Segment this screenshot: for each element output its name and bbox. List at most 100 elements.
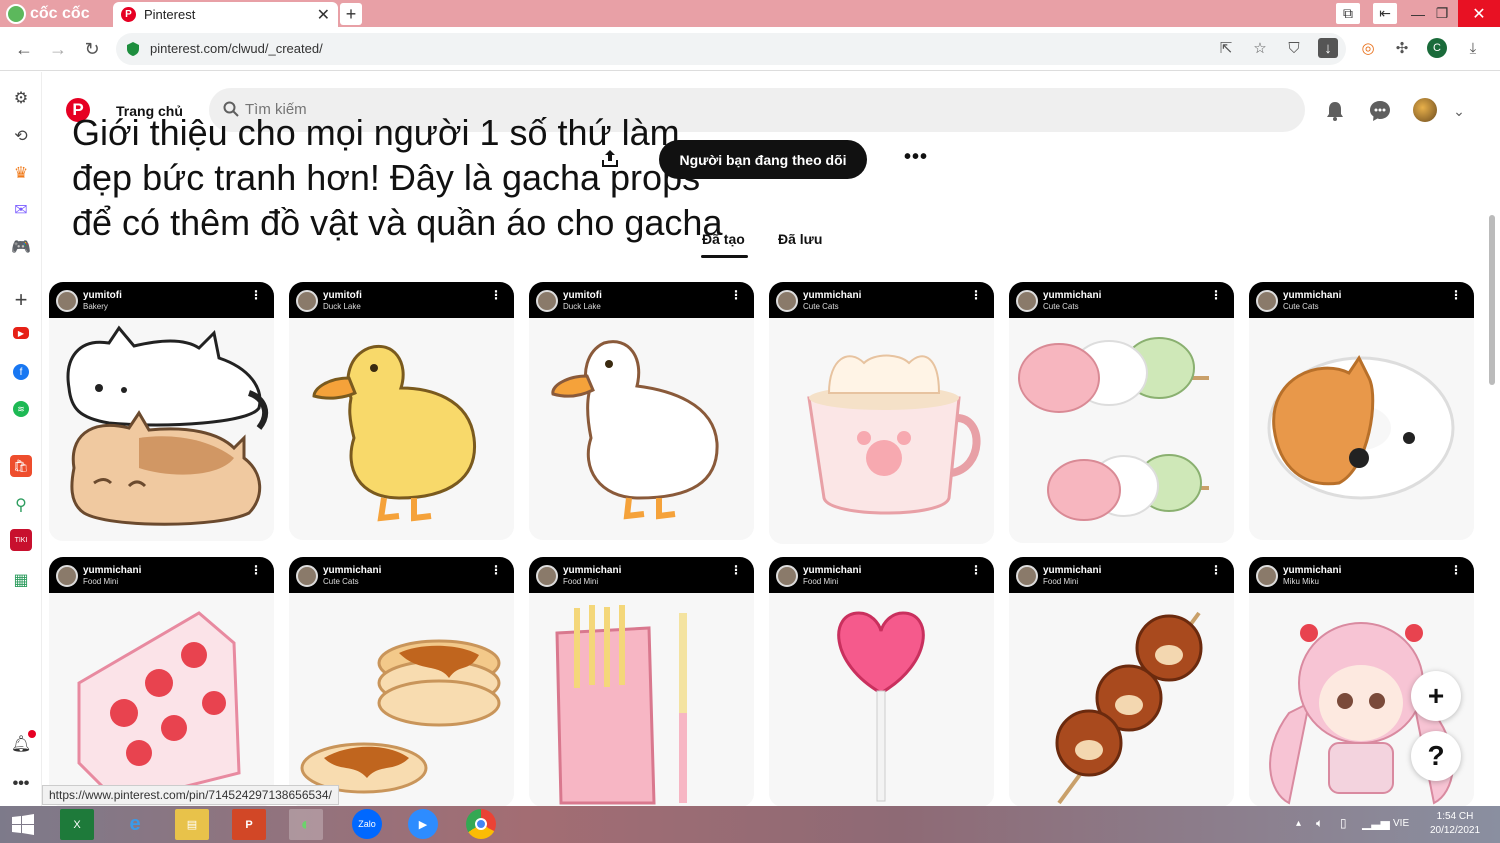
tab-saved[interactable]: Đã lưu: [778, 231, 822, 247]
account-chevron-down-icon[interactable]: ⌄: [1446, 98, 1472, 124]
minimize-button[interactable]: —: [1406, 3, 1430, 24]
pin-card[interactable]: yummichani Cute Cats ⋮: [769, 282, 994, 544]
youtube-icon[interactable]: ▶: [13, 327, 29, 339]
pin-image-dango[interactable]: [1009, 318, 1234, 543]
chrome-icon[interactable]: [466, 809, 496, 839]
spreadsheet-icon[interactable]: ▦: [9, 568, 33, 592]
new-tab-button[interactable]: +: [340, 3, 362, 25]
coccoc-icon[interactable]: ◐: [289, 809, 323, 840]
zalo-icon[interactable]: Zalo: [352, 809, 382, 839]
pin-image-donut[interactable]: [1249, 318, 1474, 540]
pin-image-yellow-duck[interactable]: [289, 318, 514, 540]
pin-menu-icon[interactable]: ⋮: [250, 564, 262, 576]
window-close-button[interactable]: ✕: [1458, 0, 1500, 27]
adblock-shield-icon[interactable]: ⛉: [1284, 38, 1304, 58]
pin-image-bear-skewer[interactable]: [1009, 593, 1234, 807]
pin-card[interactable]: yummichani Cute Cats ⋮: [1009, 282, 1234, 543]
screen-capture-icon[interactable]: ⧉: [1336, 3, 1360, 24]
pin-image-white-duck[interactable]: [529, 318, 754, 540]
excel-icon[interactable]: X: [60, 809, 94, 840]
pin-image-cats[interactable]: [49, 318, 274, 541]
pin-card[interactable]: yummichani Food Mini ⋮: [49, 557, 274, 807]
pin-menu-icon[interactable]: ⋮: [730, 564, 742, 576]
address-bar[interactable]: pinterest.com/clwud/_created/: [116, 33, 1346, 65]
pin-menu-icon[interactable]: ⋮: [1210, 564, 1222, 576]
page-scrollbar[interactable]: [1489, 215, 1495, 385]
maps-pin-icon[interactable]: ⚲: [9, 493, 33, 517]
profile-avatar-icon[interactable]: C: [1427, 38, 1447, 58]
back-window-icon[interactable]: ⇤: [1373, 3, 1397, 24]
pin-card[interactable]: yummichani Food Mini ⋮: [1009, 557, 1234, 807]
add-sidebar-item-icon[interactable]: +: [9, 287, 33, 312]
pin-card[interactable]: yummichani Food Mini ⋮: [529, 557, 754, 807]
more-options-button[interactable]: •••: [900, 145, 932, 169]
pin-menu-icon[interactable]: ⋮: [970, 289, 982, 301]
share-page-icon[interactable]: ⇱: [1216, 38, 1236, 58]
coccoc-logo[interactable]: cốc cốc: [6, 3, 90, 25]
zoom-icon[interactable]: ▶: [408, 809, 438, 839]
create-plus-button[interactable]: +: [1411, 671, 1461, 721]
tray-chevron-icon[interactable]: ▴: [1296, 818, 1301, 829]
pin-card[interactable]: yummichani Cute Cats ⋮: [1249, 282, 1474, 540]
ie-icon[interactable]: e: [118, 809, 152, 840]
pin-username: yumitofi: [323, 290, 362, 301]
pin-image-sandwich[interactable]: [49, 593, 274, 807]
reload-icon[interactable]: ↻: [80, 37, 104, 61]
download-video-icon[interactable]: ↓: [1318, 38, 1338, 58]
pin-image-pocky[interactable]: [529, 593, 754, 807]
messages-chat-icon[interactable]: [1367, 98, 1393, 124]
pin-menu-icon[interactable]: ⋮: [250, 289, 262, 301]
game-controller-icon[interactable]: 🎮: [9, 235, 33, 259]
file-explorer-icon[interactable]: ▤: [175, 809, 209, 840]
pin-card[interactable]: yumitofi Duck Lake ⋮: [289, 282, 514, 540]
pin-menu-icon[interactable]: ⋮: [490, 289, 502, 301]
tray-clock[interactable]: 1:54 CH 20/12/2021: [1422, 810, 1488, 838]
forward-arrow-icon[interactable]: →: [46, 37, 70, 61]
pin-image-latte[interactable]: [769, 318, 994, 544]
pin-menu-icon[interactable]: ⋮: [1450, 289, 1462, 301]
browser-tab-pinterest[interactable]: P Pinterest ✕: [113, 2, 338, 27]
help-button[interactable]: ?: [1411, 731, 1461, 781]
extension-ring-icon[interactable]: ◎: [1358, 38, 1378, 58]
extensions-puzzle-icon[interactable]: ✣: [1392, 38, 1412, 58]
back-arrow-icon[interactable]: ←: [12, 37, 36, 61]
tray-wifi-icon[interactable]: ▁▃▅: [1362, 816, 1390, 830]
tray-language[interactable]: VIE: [1393, 818, 1409, 829]
crown-icon[interactable]: ♛: [9, 161, 33, 185]
tab-close-icon[interactable]: ✕: [317, 5, 330, 25]
powerpoint-icon[interactable]: P: [232, 809, 266, 840]
tray-battery-icon[interactable]: ▯: [1340, 816, 1347, 830]
more-options-icon[interactable]: •••: [9, 772, 33, 796]
pin-card[interactable]: yummichani Cute Cats ⋮: [289, 557, 514, 807]
spotify-icon[interactable]: ≋: [13, 401, 29, 417]
following-button[interactable]: Người bạn đang theo dõi: [659, 140, 867, 179]
facebook-icon[interactable]: f: [13, 364, 29, 380]
pin-image-lollipop[interactable]: [769, 593, 994, 807]
pin-menu-icon[interactable]: ⋮: [970, 564, 982, 576]
pin-menu-icon[interactable]: ⋮: [1450, 564, 1462, 576]
windows-taskbar: [0, 806, 1500, 843]
history-icon[interactable]: ⟲: [9, 124, 33, 148]
share-icon[interactable]: [600, 148, 620, 168]
tiki-icon[interactable]: TIKI: [10, 529, 32, 551]
pin-menu-icon[interactable]: ⋮: [1210, 289, 1222, 301]
user-avatar[interactable]: [1413, 98, 1437, 122]
pin-header: yummichani Miku Miku ⋮: [1249, 557, 1474, 593]
pin-menu-icon[interactable]: ⋮: [490, 564, 502, 576]
notifications-bell-icon[interactable]: [1322, 98, 1348, 124]
tab-created[interactable]: Đã tạo: [702, 231, 745, 247]
messenger-icon[interactable]: ✉: [9, 198, 33, 222]
start-button[interactable]: [6, 809, 40, 840]
settings-gear-icon[interactable]: ⚙: [9, 86, 33, 110]
pin-image-pancakes[interactable]: [289, 593, 514, 807]
shopee-icon[interactable]: 🛍: [10, 455, 32, 477]
downloads-icon[interactable]: ⤓: [1463, 38, 1483, 58]
pin-card[interactable]: yumitofi Bakery ⋮: [49, 282, 274, 541]
maximize-button[interactable]: ❐: [1430, 3, 1454, 24]
tray-volume-icon[interactable]: 🔈︎: [1316, 816, 1323, 831]
pin-username: yummichani: [1283, 565, 1342, 576]
pin-card[interactable]: yummichani Food Mini ⋮: [769, 557, 994, 807]
pin-menu-icon[interactable]: ⋮: [730, 289, 742, 301]
pin-card[interactable]: yumitofi Duck Lake ⋮: [529, 282, 754, 540]
bookmark-star-icon[interactable]: ☆: [1250, 38, 1270, 58]
